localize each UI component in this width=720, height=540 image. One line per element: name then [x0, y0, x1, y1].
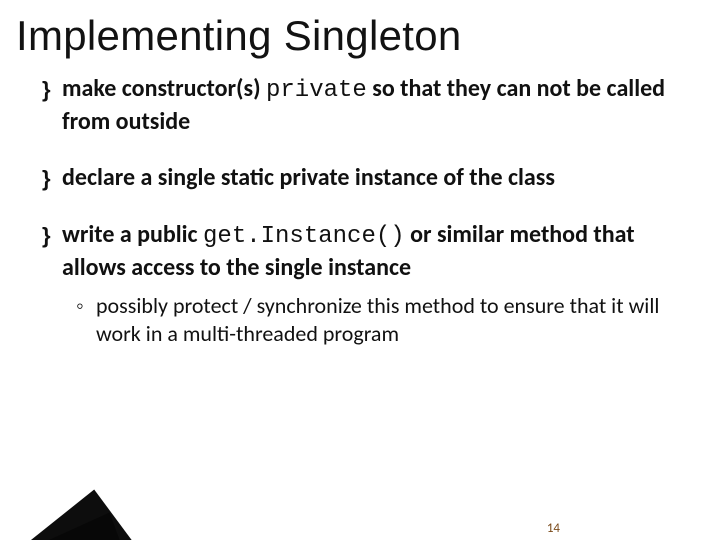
list-item: } make constructor(s) private so that th…	[42, 74, 696, 137]
sub-bullet-icon: ◦	[76, 292, 96, 321]
content-block: } make constructor(s) private so that th…	[42, 74, 696, 349]
corner-decoration-icon	[0, 484, 134, 540]
slide: Implementing Singleton } make constructo…	[0, 12, 720, 540]
text-segment: make constructor(s)	[62, 74, 266, 103]
list-item-text: make constructor(s) private so that they…	[62, 74, 696, 137]
list-item-text: declare a single static private instance…	[62, 163, 696, 194]
bullet-icon: }	[42, 222, 62, 250]
text-segment: declare a single static private instance…	[62, 163, 555, 192]
text-segment: write a public	[62, 220, 203, 249]
bullet-icon: }	[42, 76, 62, 104]
bullet-icon: }	[42, 165, 62, 193]
code-segment: private	[266, 77, 367, 104]
list-item: } declare a single static private instan…	[42, 163, 696, 194]
list-item-text: write a public get.Instance() or similar…	[62, 220, 696, 283]
list-item: } write a public get.Instance() or simil…	[42, 220, 696, 283]
page-title: Implementing Singleton	[16, 12, 720, 60]
code-segment: get.Instance()	[203, 223, 405, 250]
sub-list-item: ◦ possibly protect / synchronize this me…	[76, 292, 696, 349]
sub-list-item-text: possibly protect / synchronize this meth…	[96, 292, 696, 349]
page-number: 14	[547, 521, 560, 536]
